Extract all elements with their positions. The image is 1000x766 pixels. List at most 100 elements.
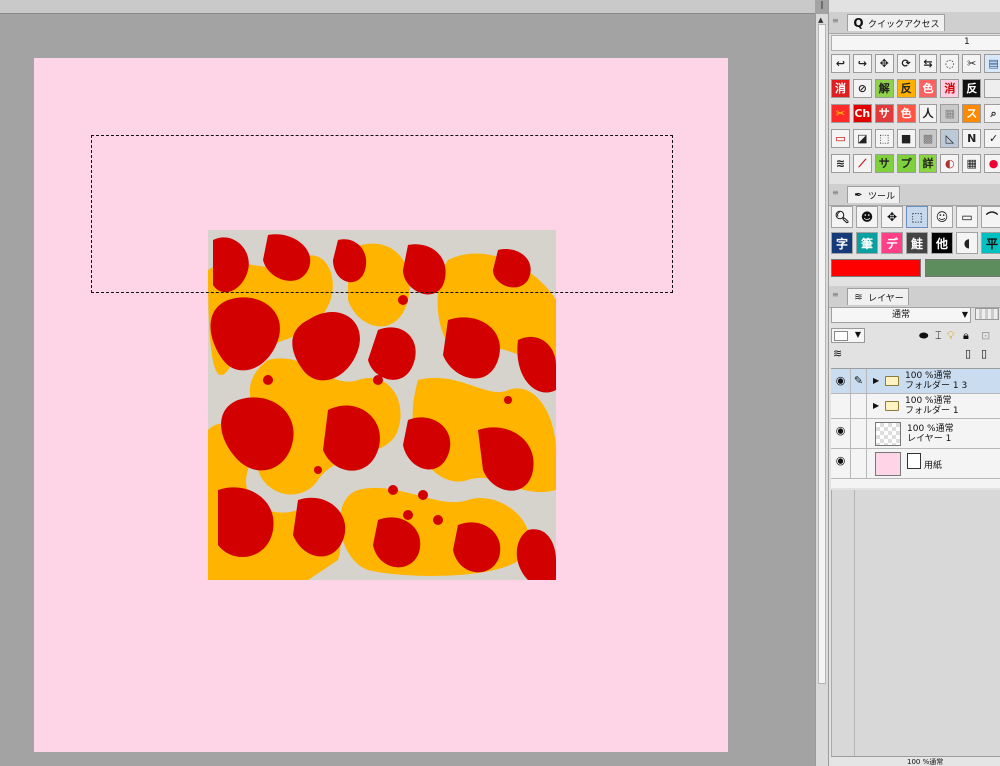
layer-red-icon[interactable]: Ch (852, 104, 872, 123)
line-icon[interactable]: ⟋ (852, 154, 872, 173)
erase-selection-icon[interactable]: 消 (940, 79, 960, 98)
quick-access-grid: ↩ ↪ ✥ ⟳ ⇆ ◌ ✂ ▤ 消 ⊘ 解反色消反 ✂ Ch サ色人 ▦ ス ⌕ ▭ ◪ ⬚ ■ ▩ ◺ N ✓ ≋ ⟋ サプ詳 ◐ ▦ ● (831, 54, 1000, 179)
rectangle-icon[interactable]: ▭ (956, 206, 978, 228)
expand-arrow-icon[interactable]: ▶ (873, 376, 879, 385)
layer-list-empty-area[interactable] (831, 490, 1000, 756)
bulb-icon[interactable]: 💡︎ (947, 329, 955, 343)
lock-icon[interactable]: 🔒︎ (963, 329, 969, 343)
eye-icon[interactable]: ◉ (831, 369, 851, 393)
grey-icon[interactable]: ▦ (940, 104, 960, 123)
layers-icon: ≋ (854, 292, 863, 303)
tab-layer[interactable]: ≋ レイヤー (847, 288, 909, 305)
blend-mode-select[interactable]: 通常 ▼ (831, 307, 971, 323)
layer-settings-icon[interactable]: ≋ (833, 347, 842, 360)
panel-resize-handle[interactable]: ‖ (820, 0, 828, 12)
pu-icon[interactable]: プ (896, 154, 916, 173)
undo-icon[interactable]: ↩ (831, 54, 850, 73)
pattern-icon[interactable]: ▩ (918, 129, 938, 148)
merge-icon[interactable]: サ (874, 104, 894, 123)
canvas-area[interactable] (0, 0, 815, 766)
reverse-icon[interactable]: 反 (962, 79, 982, 98)
canvas-vertical-scrollbar[interactable]: ▲ (815, 14, 828, 766)
ruler-icon[interactable]: ◺ (940, 129, 960, 148)
eye-icon[interactable]: ◉ (831, 449, 851, 478)
blend-icon[interactable]: ◖ (956, 232, 978, 254)
clip-icon[interactable]: ⬬ (919, 329, 928, 343)
new-folder-icon[interactable]: ▯ (981, 347, 987, 360)
quick-access-set-selector[interactable]: 1 (831, 35, 1000, 51)
redo-icon[interactable]: ↪ (852, 54, 872, 73)
layer-row[interactable]: ◉ 用紙 (831, 449, 1000, 479)
hidden-toggle[interactable] (831, 394, 851, 418)
other-icon[interactable]: 他 (931, 232, 953, 254)
rule-icon[interactable]: ◪ (852, 129, 872, 148)
camouflage-artwork[interactable] (208, 230, 556, 580)
erase-icon[interactable]: 消 (831, 79, 850, 98)
detail-icon[interactable]: 詳 (918, 154, 938, 173)
panel-grip-icon[interactable]: ≡ (832, 290, 839, 299)
check-icon[interactable]: ✓ (984, 129, 1000, 148)
move-icon[interactable]: ✥ (881, 206, 903, 228)
layer-row[interactable]: ◉ ✎ ▶ 100 %通常 フォルダー 1 3 (831, 369, 1000, 394)
avatar-icon[interactable]: ☺ (931, 206, 953, 228)
panel-grip-icon[interactable]: ≡ (832, 188, 839, 197)
lock-alpha-icon[interactable]: ⊡ (981, 329, 990, 342)
scrollbar-thumb[interactable] (818, 24, 826, 684)
text-icon[interactable]: 字 (831, 232, 853, 254)
rect-select-icon[interactable]: ⬚ (906, 206, 928, 228)
color-icon[interactable]: 色 (896, 104, 916, 123)
layer-row[interactable]: ▶ 100 %通常 フォルダー 1 (831, 394, 1000, 419)
brush-icon[interactable]: 筆 (856, 232, 878, 254)
layer-color-select[interactable]: ▼ (831, 328, 865, 343)
grid-icon[interactable]: ▦ (962, 154, 982, 173)
character-icon[interactable]: ☻ (856, 206, 878, 228)
eye-icon[interactable]: ◉ (831, 419, 851, 448)
opacity-slider[interactable] (975, 308, 999, 320)
globe-icon[interactable]: ◐ (940, 154, 960, 173)
figure-icon[interactable]: 人 (918, 104, 938, 123)
panel-grip-icon[interactable]: ≡ (832, 16, 839, 25)
new-layer-icon[interactable]: ▯ (965, 347, 971, 360)
layer-row[interactable]: ◉ 100 %通常 レイヤー 1 (831, 419, 1000, 449)
tab-quick-access[interactable]: Q クイックアクセス (847, 14, 945, 31)
curve-icon[interactable]: ⌒ (981, 206, 1000, 228)
lasso-icon[interactable]: ◌ (940, 54, 960, 73)
scroll-up-arrow-icon[interactable]: ▲ (818, 16, 823, 24)
square-icon[interactable]: ■ (896, 129, 916, 148)
chevron-down-icon: ▼ (961, 310, 968, 319)
tab-tool[interactable]: ✒ ツール (847, 186, 901, 203)
selection-color-icon[interactable]: 色 (918, 79, 938, 98)
edit-toggle[interactable] (851, 419, 867, 448)
main-color-swatch[interactable] (831, 259, 921, 277)
cut-red-icon[interactable]: ✂ (831, 104, 850, 123)
zoom-icon[interactable]: 🔍︎ (831, 206, 853, 228)
flip-icon[interactable]: ⇆ (918, 54, 938, 73)
reference-icon[interactable]: ⌶ (935, 329, 942, 343)
orange-icon[interactable]: ス (962, 104, 982, 123)
transform-icon[interactable]: ✥ (874, 54, 894, 73)
rotate-icon[interactable]: ⟳ (896, 54, 916, 73)
deco-icon[interactable]: デ (881, 232, 903, 254)
layer-label: 100 %通常 フォルダー 1 3 (905, 371, 967, 391)
clear-icon[interactable]: ⊘ (852, 79, 872, 98)
invert-icon[interactable]: 反 (896, 79, 916, 98)
fill-icon[interactable]: 鮭 (906, 232, 928, 254)
tool-grid: 🔍︎ ☻ ✥ ⬚ ☺ ▭ ⌒ 字筆デ鮭他 ◖ 平 (831, 206, 1000, 258)
blank-icon[interactable] (984, 79, 1000, 98)
flat-icon[interactable]: 平 (981, 232, 1000, 254)
pen-icon[interactable]: ✎ (851, 369, 867, 393)
search-icon[interactable]: ⌕ (984, 104, 1000, 123)
border-icon[interactable]: ⬚ (874, 129, 894, 148)
scissors-icon[interactable]: ✂ (962, 54, 982, 73)
sub-color-swatch[interactable] (925, 259, 1000, 277)
n-icon[interactable]: N (962, 129, 982, 148)
frame-icon[interactable]: ▭ (831, 129, 850, 148)
edit-toggle[interactable] (851, 449, 867, 478)
edit-toggle[interactable] (851, 394, 867, 418)
paste-icon[interactable]: ▤ (984, 54, 1000, 73)
deselect-icon[interactable]: 解 (874, 79, 894, 98)
layers-icon[interactable]: ≋ (831, 154, 850, 173)
sa-icon[interactable]: サ (874, 154, 894, 173)
expand-arrow-icon[interactable]: ▶ (873, 401, 879, 410)
color-wheel-icon[interactable]: ● (984, 154, 1000, 173)
